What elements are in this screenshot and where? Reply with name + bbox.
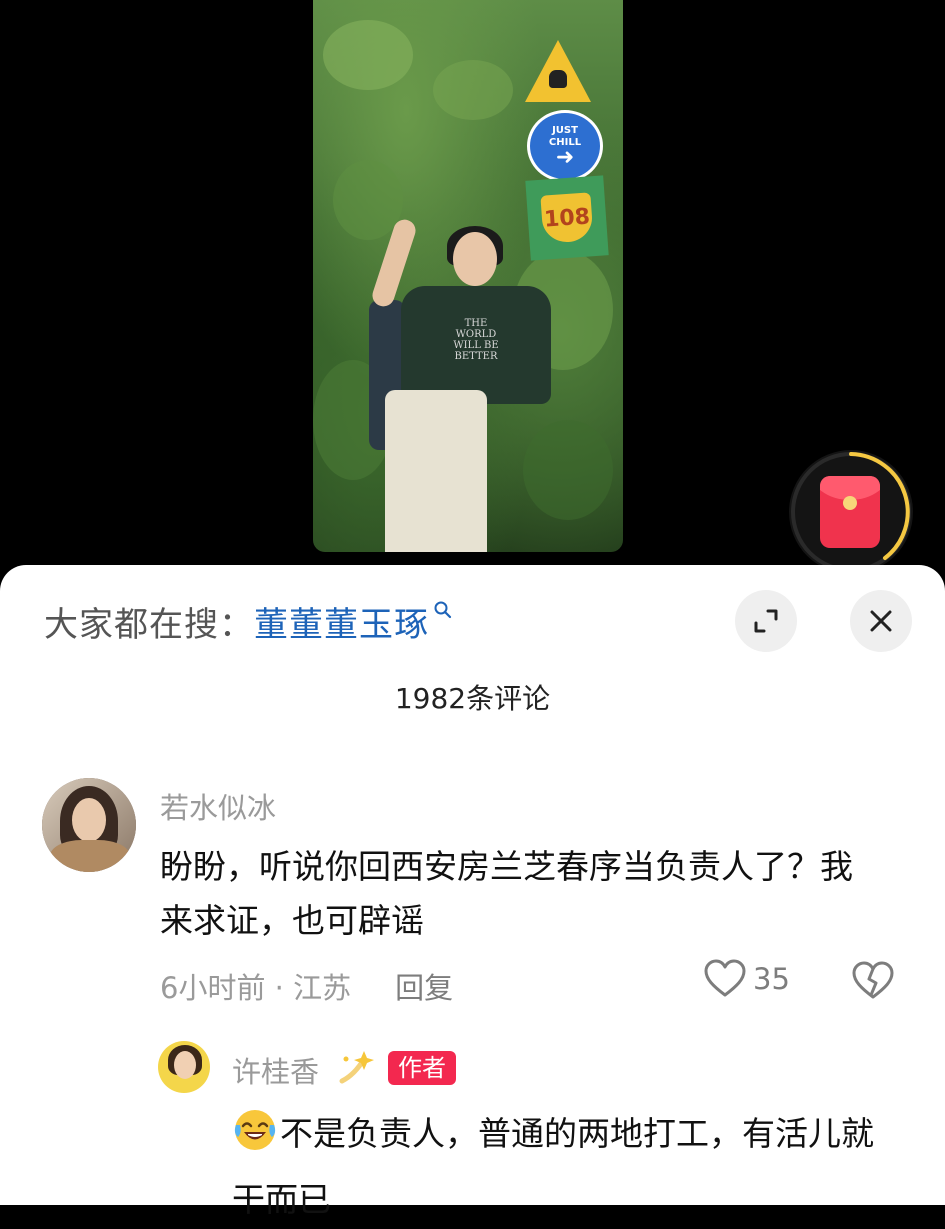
dislike-button[interactable] bbox=[851, 961, 895, 1005]
reply-text[interactable]: 不是负责人，普通的两地打工，有活儿就干而已 bbox=[232, 1105, 892, 1229]
route-sign: 108 bbox=[525, 175, 609, 261]
close-button[interactable] bbox=[850, 590, 912, 652]
search-suggestion-term[interactable]: 董董董玉琢 bbox=[254, 597, 429, 646]
red-packet-icon bbox=[820, 476, 880, 548]
shirt-print: THE WORLD WILL BE BETTER bbox=[453, 318, 499, 362]
expand-button[interactable] bbox=[735, 590, 797, 652]
foliage bbox=[323, 20, 413, 90]
avatar-face bbox=[72, 798, 106, 842]
avatar[interactable] bbox=[42, 778, 136, 872]
dislike-icon bbox=[852, 961, 894, 999]
reply-avatar[interactable] bbox=[158, 1041, 210, 1093]
reply-button[interactable]: 回复 bbox=[395, 965, 453, 1007]
video-area[interactable]: JUST CHILL ➜ 108 THE WORLD WILL BE BETTE… bbox=[0, 0, 945, 580]
person-shirt: THE WORLD WILL BE BETTER bbox=[401, 286, 551, 404]
warning-sign-symbol bbox=[549, 70, 567, 88]
reply-text-content: 不是负责人，普通的两地打工，有活儿就干而已 bbox=[232, 1114, 874, 1219]
search-suggestion[interactable]: 大家都在搜： 董董董玉琢 bbox=[44, 591, 453, 651]
reply-username[interactable]: 许桂香 bbox=[232, 1049, 319, 1091]
person-pants bbox=[385, 390, 487, 552]
red-packet-button[interactable] bbox=[789, 450, 913, 574]
expand-icon bbox=[754, 609, 778, 633]
sparkle-icon bbox=[334, 1047, 376, 1091]
video-frame[interactable]: JUST CHILL ➜ 108 THE WORLD WILL BE BETTE… bbox=[313, 0, 623, 552]
comment-username[interactable]: 若水似冰 bbox=[160, 785, 276, 827]
comment-text[interactable]: 盼盼，听说你回西安房兰芝春序当负责人了？我来求证，也可辟谣 bbox=[160, 840, 880, 948]
like-button[interactable]: 35 bbox=[703, 959, 790, 999]
avatar-face bbox=[174, 1051, 196, 1079]
arrow-right-icon: ➜ bbox=[555, 145, 575, 170]
comment-meta: 6小时前 · 江苏 回复 bbox=[160, 965, 453, 1007]
comment-time-location: 6小时前 · 江苏 bbox=[160, 971, 352, 1005]
laughing-crying-icon bbox=[232, 1107, 278, 1171]
comment-sheet: 大家都在搜： 董董董玉琢 1982条评论 若水似冰 盼盼，听说你回西安房兰芝春序… bbox=[0, 565, 945, 1219]
foliage bbox=[433, 60, 513, 120]
just-chill-sign: JUST CHILL ➜ bbox=[527, 110, 603, 182]
search-icon bbox=[433, 600, 453, 624]
search-suggestion-prefix: 大家都在搜： bbox=[44, 604, 254, 645]
author-badge: 作者 bbox=[388, 1051, 456, 1085]
foliage bbox=[523, 420, 613, 520]
like-count: 35 bbox=[753, 962, 790, 996]
avatar-coat bbox=[50, 840, 130, 872]
close-icon bbox=[870, 610, 892, 632]
route-shield: 108 bbox=[540, 192, 594, 244]
heart-icon bbox=[704, 959, 746, 997]
comment-count: 1982条评论 bbox=[394, 682, 551, 715]
person-head bbox=[453, 232, 497, 286]
red-packet-coin bbox=[843, 496, 857, 510]
